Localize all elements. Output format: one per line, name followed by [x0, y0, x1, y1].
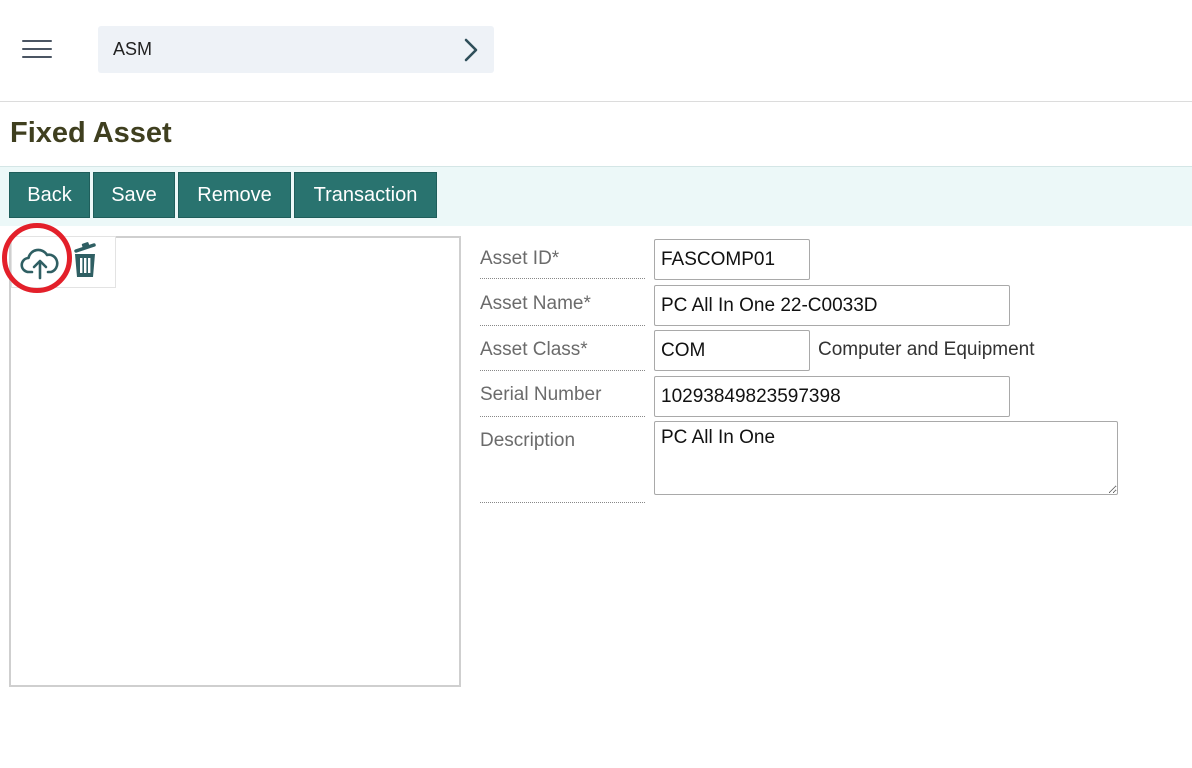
highlight-circle	[2, 223, 72, 293]
asset-class-label: Asset Class*	[480, 330, 645, 371]
top-bar: ASM	[0, 0, 1192, 102]
description-textarea[interactable]: PC All In One	[654, 421, 1118, 495]
asset-id-input[interactable]	[654, 239, 810, 280]
back-button[interactable]: Back	[9, 172, 90, 218]
hamburger-menu-icon[interactable]	[22, 40, 52, 60]
serial-number-input[interactable]	[654, 376, 1010, 417]
serial-number-label: Serial Number	[480, 375, 645, 417]
chevron-right-icon	[464, 38, 478, 62]
trash-icon[interactable]	[71, 241, 99, 279]
asset-class-description: Computer and Equipment	[818, 339, 1035, 360]
asset-class-input[interactable]	[654, 330, 810, 371]
action-toolbar: Back Save Remove Transaction	[0, 166, 1192, 226]
page-title: Fixed Asset	[10, 117, 172, 149]
remove-button[interactable]: Remove	[178, 172, 291, 218]
save-button[interactable]: Save	[93, 172, 175, 218]
asset-name-label: Asset Name*	[480, 284, 645, 326]
module-label: ASM	[113, 39, 153, 59]
image-panel	[9, 236, 461, 687]
description-label: Description	[480, 421, 645, 503]
asset-id-label: Asset ID*	[480, 239, 645, 279]
asset-name-input[interactable]	[654, 285, 1010, 326]
transaction-button[interactable]: Transaction	[294, 172, 437, 218]
module-selector[interactable]: ASM	[98, 26, 494, 73]
